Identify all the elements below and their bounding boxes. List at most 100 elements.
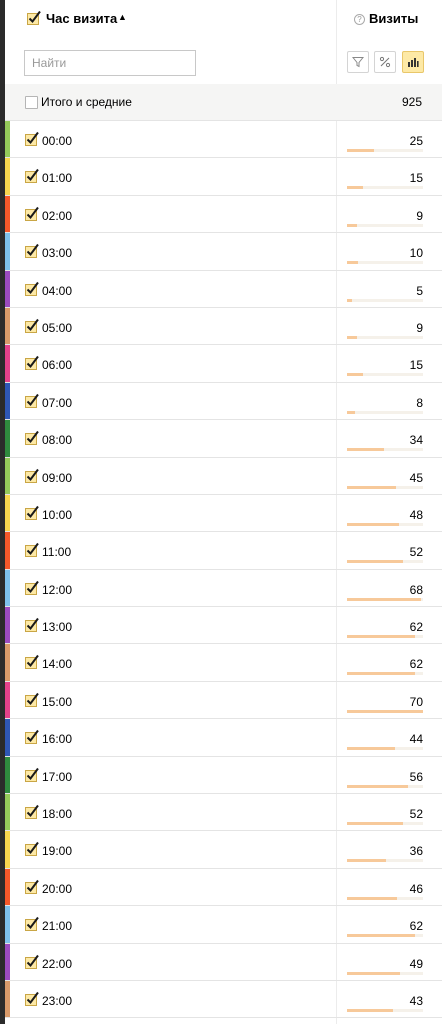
row-checkbox[interactable]	[24, 954, 40, 973]
table-row[interactable]: 09:00 45	[5, 457, 442, 495]
table-row[interactable]: 18:00 52	[5, 794, 442, 832]
visits-bar-track	[347, 635, 423, 639]
visits-bar-fill	[347, 1008, 394, 1012]
checkbox-checked-icon	[25, 730, 39, 745]
table-header: Час визита ▲ ? Визиты	[5, 0, 442, 84]
row-visits-value: 36	[409, 844, 423, 859]
percent-button[interactable]	[374, 51, 396, 73]
table-row[interactable]: 12:00 68	[5, 569, 442, 608]
row-visits-value: 49	[409, 956, 423, 971]
row-hour-label: 10:00	[42, 507, 73, 522]
table-row[interactable]: 06:00 15	[5, 345, 442, 383]
table-row[interactable]: 15:00 70	[5, 681, 442, 720]
visits-bar-track	[347, 373, 423, 377]
table-row[interactable]: 08:00 34	[5, 420, 442, 458]
table-row[interactable]: 23:00 43	[5, 980, 442, 1019]
table-row[interactable]: 19:00 36	[5, 831, 442, 869]
search-input[interactable]	[24, 50, 196, 76]
series-color-marker	[5, 233, 10, 270]
table-row[interactable]: 04:00 5	[5, 270, 442, 308]
row-checkbox[interactable]	[24, 841, 40, 860]
table-row[interactable]: 22:00 49	[5, 943, 442, 981]
row-checkbox[interactable]	[24, 468, 40, 487]
table-row[interactable]: 21:00 62	[5, 906, 442, 944]
table-row[interactable]: 10:00 48	[5, 494, 442, 533]
row-checkbox[interactable]	[24, 131, 40, 150]
row-checkbox[interactable]	[24, 580, 40, 599]
data-rows: 00:00 25 01:00 15 02:00 9 03:00 10 04:00 5 05:00 9 0…	[5, 121, 442, 1019]
row-hour-label: 05:00	[42, 320, 73, 335]
row-checkbox[interactable]	[24, 991, 40, 1010]
visits-bar-track	[347, 186, 423, 190]
series-color-marker	[5, 457, 10, 494]
row-hour-label: 00:00	[42, 134, 73, 148]
visits-bar-track	[347, 709, 423, 713]
row-checkbox[interactable]	[24, 767, 40, 786]
row-hour-label: 21:00	[42, 919, 73, 934]
table-row[interactable]: 05:00 9	[5, 307, 442, 346]
table-row[interactable]: 13:00 62	[5, 607, 442, 645]
table-row[interactable]: 03:00 10	[5, 233, 442, 271]
visits-bar-fill	[347, 709, 423, 713]
totals-checkbox[interactable]	[25, 96, 38, 109]
visits-bar-fill	[347, 261, 358, 265]
table-row[interactable]: 20:00 46	[5, 868, 442, 907]
row-hour-label: 14:00	[42, 657, 73, 672]
row-checkbox[interactable]	[24, 729, 40, 748]
row-checkbox[interactable]	[24, 617, 40, 636]
row-checkbox[interactable]	[24, 804, 40, 823]
visits-bar-fill	[347, 747, 395, 751]
series-color-marker	[5, 607, 10, 644]
row-checkbox[interactable]	[24, 393, 40, 412]
row-checkbox[interactable]	[24, 879, 40, 898]
row-visits-value: 34	[409, 433, 423, 448]
table-row[interactable]: 11:00 52	[5, 532, 442, 570]
bar-chart-button[interactable]	[402, 51, 424, 73]
series-color-marker	[5, 719, 10, 756]
totals-row: Итого и средние 925	[5, 84, 442, 121]
row-checkbox[interactable]	[24, 318, 40, 337]
visits-bar-track	[347, 822, 423, 826]
row-hour-label: 08:00	[42, 433, 73, 448]
row-checkbox[interactable]	[24, 168, 40, 187]
visits-bar-track	[347, 149, 423, 152]
visits-bar-track	[347, 971, 423, 975]
table-row[interactable]: 00:00 25	[5, 121, 442, 159]
row-visits-value: 44	[409, 732, 423, 747]
row-checkbox[interactable]	[24, 355, 40, 374]
row-checkbox[interactable]	[24, 916, 40, 935]
row-checkbox[interactable]	[24, 692, 40, 711]
table-row[interactable]: 14:00 62	[5, 644, 442, 682]
table-row[interactable]: 01:00 15	[5, 158, 442, 196]
table-row[interactable]: 07:00 8	[5, 382, 442, 421]
visits-bar-fill	[347, 859, 386, 863]
table-row[interactable]: 02:00 9	[5, 195, 442, 234]
filter-button[interactable]	[347, 51, 369, 73]
row-visits-value: 56	[409, 769, 423, 784]
select-all-checkbox[interactable]	[26, 10, 42, 29]
row-checkbox[interactable]	[24, 430, 40, 449]
column-title-hour[interactable]: Час визита	[46, 11, 117, 26]
row-checkbox[interactable]	[24, 542, 40, 561]
checkbox-checked-icon	[25, 543, 39, 558]
checkbox-checked-icon	[25, 356, 39, 371]
visits-bar-fill	[347, 448, 385, 452]
row-checkbox[interactable]	[24, 281, 40, 300]
row-checkbox[interactable]	[24, 505, 40, 524]
checkbox-checked-icon	[25, 393, 39, 408]
visits-bar-fill	[347, 934, 415, 938]
row-visits-value: 9	[416, 208, 423, 223]
row-checkbox[interactable]	[24, 243, 40, 262]
metric-header[interactable]: ? Визиты	[354, 11, 418, 26]
help-icon[interactable]: ?	[354, 14, 365, 25]
visits-bar-track	[347, 448, 423, 452]
visits-bar-fill	[347, 672, 415, 676]
table-row[interactable]: 17:00 56	[5, 756, 442, 795]
row-checkbox[interactable]	[24, 206, 40, 225]
sort-ascending-icon[interactable]: ▲	[118, 12, 127, 22]
visits-bar-track	[347, 859, 423, 863]
table-row[interactable]: 16:00 44	[5, 719, 442, 757]
row-checkbox[interactable]	[24, 654, 40, 673]
row-hour-label: 09:00	[42, 470, 73, 485]
row-hour-label: 22:00	[42, 956, 73, 971]
